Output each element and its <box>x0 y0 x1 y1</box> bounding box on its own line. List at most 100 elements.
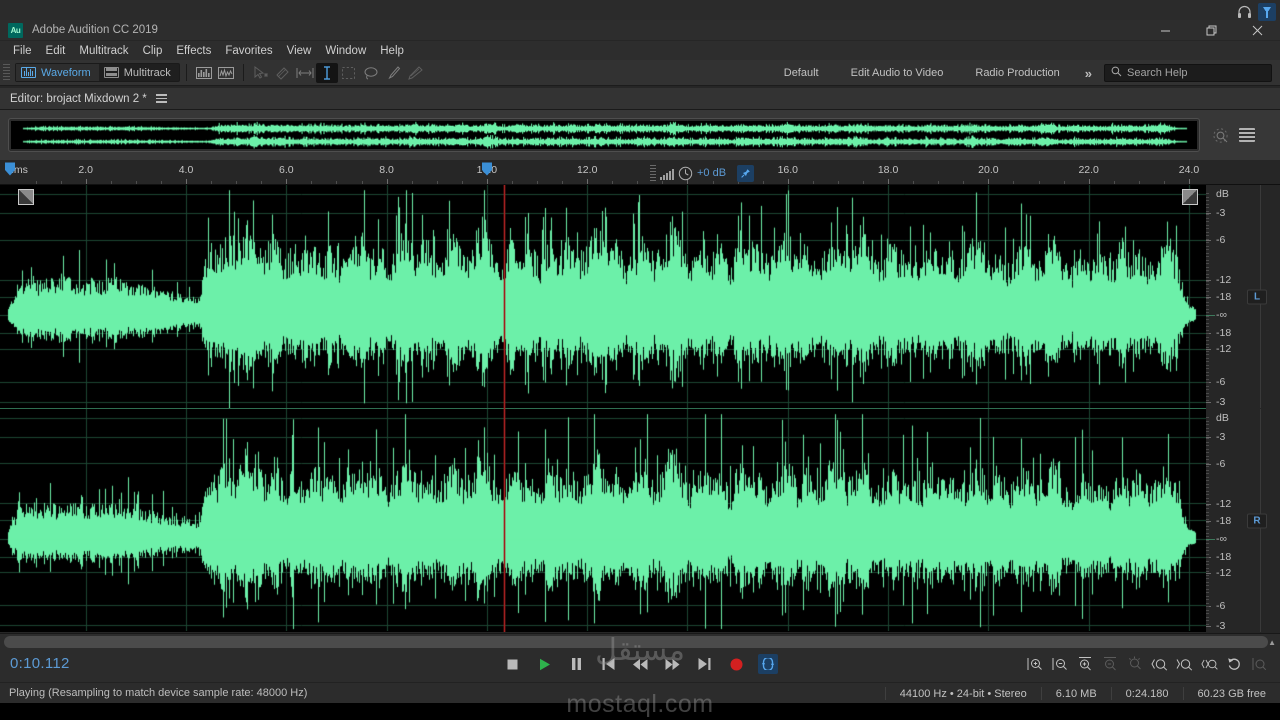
move-playhead-to-next-button[interactable] <box>694 654 714 674</box>
menu-effects[interactable]: Effects <box>169 43 218 59</box>
status-file-size[interactable]: 6.10 MB <box>1040 687 1111 700</box>
scroll-up-arrow-icon[interactable]: ▲ <box>1268 638 1276 647</box>
channel-badge-r[interactable]: R <box>1247 513 1267 528</box>
play-button[interactable] <box>534 654 554 674</box>
time-selection-tool-icon[interactable] <box>315 62 338 83</box>
horizontal-zoom-scrollbar[interactable]: ▲ <box>0 633 1280 649</box>
waveform-mode-button[interactable]: Waveform <box>16 64 99 81</box>
menu-favorites[interactable]: Favorites <box>218 43 279 59</box>
status-free-space[interactable]: 60.23 GB free <box>1182 687 1280 700</box>
zoom-out-time-icon[interactable] <box>1101 655 1118 672</box>
db-label: -3 <box>1216 206 1226 219</box>
move-playhead-to-previous-button[interactable] <box>598 654 618 674</box>
timeline-ruler[interactable]: hms2.04.06.08.010.012.016.018.020.022.02… <box>0 160 1280 185</box>
db-minor-tick <box>1206 550 1209 551</box>
pause-button[interactable] <box>566 654 586 674</box>
search-help-box[interactable]: Search Help <box>1104 64 1272 82</box>
zoom-out-point-icon[interactable] <box>1176 655 1193 672</box>
db-minor-tick <box>1206 217 1209 219</box>
ruler-tick <box>461 181 463 184</box>
zoom-in-point-icon[interactable] <box>1151 655 1168 672</box>
waveform-editor[interactable] <box>0 185 1206 632</box>
waveform-left-canvas[interactable] <box>0 185 1206 408</box>
rewind-button[interactable] <box>630 654 650 674</box>
menu-clip[interactable]: Clip <box>136 43 170 59</box>
start-marker-icon[interactable] <box>5 162 16 176</box>
minimize-icon[interactable] <box>1142 20 1188 41</box>
zoom-navigator-view[interactable] <box>8 118 1200 152</box>
fade-in-handle[interactable] <box>18 189 34 205</box>
zoom-in-amplitude-icon[interactable] <box>1026 655 1043 672</box>
paintbrush-selection-tool-icon[interactable] <box>382 63 404 83</box>
workspace-default[interactable]: Default <box>768 60 835 86</box>
zoom-selection-icon[interactable] <box>1201 655 1218 672</box>
lasso-selection-tool-icon[interactable] <box>360 63 382 83</box>
highlight-icon[interactable] <box>1258 3 1276 21</box>
amplitude-value[interactable]: +0 dB <box>697 167 726 179</box>
spectral-pitch-icon[interactable] <box>215 63 237 83</box>
waveform-channel-left[interactable] <box>0 185 1206 408</box>
slip-tool-icon[interactable] <box>294 63 316 83</box>
db-minor-tick <box>1206 431 1209 432</box>
zoom-out-amplitude-icon[interactable] <box>1051 655 1068 672</box>
ruler-tick <box>386 179 388 184</box>
channel-badge-l[interactable]: L <box>1247 289 1267 304</box>
current-time-display[interactable]: 0:10.112 <box>10 655 70 672</box>
drag-grip-icon[interactable] <box>650 165 656 181</box>
ruler-tick <box>1163 181 1165 184</box>
toolbar-grip-icon[interactable] <box>3 63 10 82</box>
menu-multitrack[interactable]: Multitrack <box>72 43 135 59</box>
workspace-more-button[interactable]: » <box>1076 66 1101 81</box>
workspace-radio-production[interactable]: Radio Production <box>959 60 1075 86</box>
playhead-marker-icon[interactable] <box>481 162 492 176</box>
panel-menu-icon[interactable] <box>155 94 167 103</box>
show-levels-icon[interactable] <box>1239 128 1255 142</box>
zoom-extra-icon[interactable] <box>1251 655 1268 672</box>
spectral-frequency-icon[interactable] <box>193 63 215 83</box>
zoom-out-full-icon[interactable] <box>1126 655 1143 672</box>
zoom-navigator-icon[interactable] <box>1212 127 1229 144</box>
stop-button[interactable] <box>502 654 522 674</box>
multitrack-mode-button[interactable]: Multitrack <box>99 64 179 81</box>
move-tool-icon[interactable] <box>250 63 272 83</box>
amplitude-ruler-right-channel[interactable]: R dB -3 -6 -12 -18 -∞ -18 -12 -6 -3 <box>1206 409 1280 632</box>
menu-file[interactable]: File <box>6 43 39 59</box>
close-icon[interactable] <box>1234 20 1280 41</box>
pin-icon[interactable] <box>737 164 755 182</box>
zoom-in-time-icon[interactable] <box>1076 655 1093 672</box>
clock-icon[interactable] <box>678 166 693 181</box>
window-titlebar-top <box>0 0 1280 20</box>
razor-tool-icon[interactable] <box>272 63 294 83</box>
zoom-scrollbar-thumb[interactable] <box>4 636 1268 648</box>
menu-window[interactable]: Window <box>318 43 373 59</box>
fade-out-handle[interactable] <box>1182 189 1198 205</box>
auto-scroll-icon[interactable] <box>1226 655 1243 672</box>
workspace-edit-audio-to-video[interactable]: Edit Audio to Video <box>835 60 960 86</box>
playhead-line[interactable] <box>503 185 506 632</box>
navigator-waveform[interactable] <box>11 121 1197 149</box>
db-minor-tick <box>1206 473 1209 474</box>
amplitude-ruler-left-channel[interactable]: L dB -3 -6 -12 -18 -∞ -18 -12 -6 -3 <box>1206 185 1280 408</box>
search-input[interactable]: Search Help <box>1127 67 1188 79</box>
waveform-channel-right[interactable] <box>0 408 1206 631</box>
waveform-right-canvas[interactable] <box>0 409 1206 631</box>
db-minor-tick <box>1206 592 1209 593</box>
menu-view[interactable]: View <box>280 43 319 59</box>
db-minor-tick <box>1206 483 1209 485</box>
menu-help[interactable]: Help <box>373 43 411 59</box>
record-button[interactable] <box>726 654 746 674</box>
menu-edit[interactable]: Edit <box>39 43 73 59</box>
db-minor-tick <box>1206 616 1209 618</box>
headphones-icon[interactable] <box>1235 3 1253 21</box>
loop-playback-button[interactable] <box>758 654 778 674</box>
db-minor-tick <box>1206 259 1209 261</box>
db-minor-tick <box>1206 606 1209 607</box>
spot-healing-brush-tool-icon[interactable] <box>404 63 426 83</box>
editor-title[interactable]: Editor: brojact Mixdown 2 * <box>10 93 147 105</box>
ruler-tick <box>1088 179 1090 184</box>
status-format[interactable]: 44100 Hz • 24-bit • Stereo <box>884 687 1041 700</box>
fast-forward-button[interactable] <box>662 654 682 674</box>
status-duration[interactable]: 0:24.180 <box>1110 687 1183 700</box>
marquee-selection-tool-icon[interactable] <box>338 63 360 83</box>
restore-icon[interactable] <box>1188 20 1234 41</box>
